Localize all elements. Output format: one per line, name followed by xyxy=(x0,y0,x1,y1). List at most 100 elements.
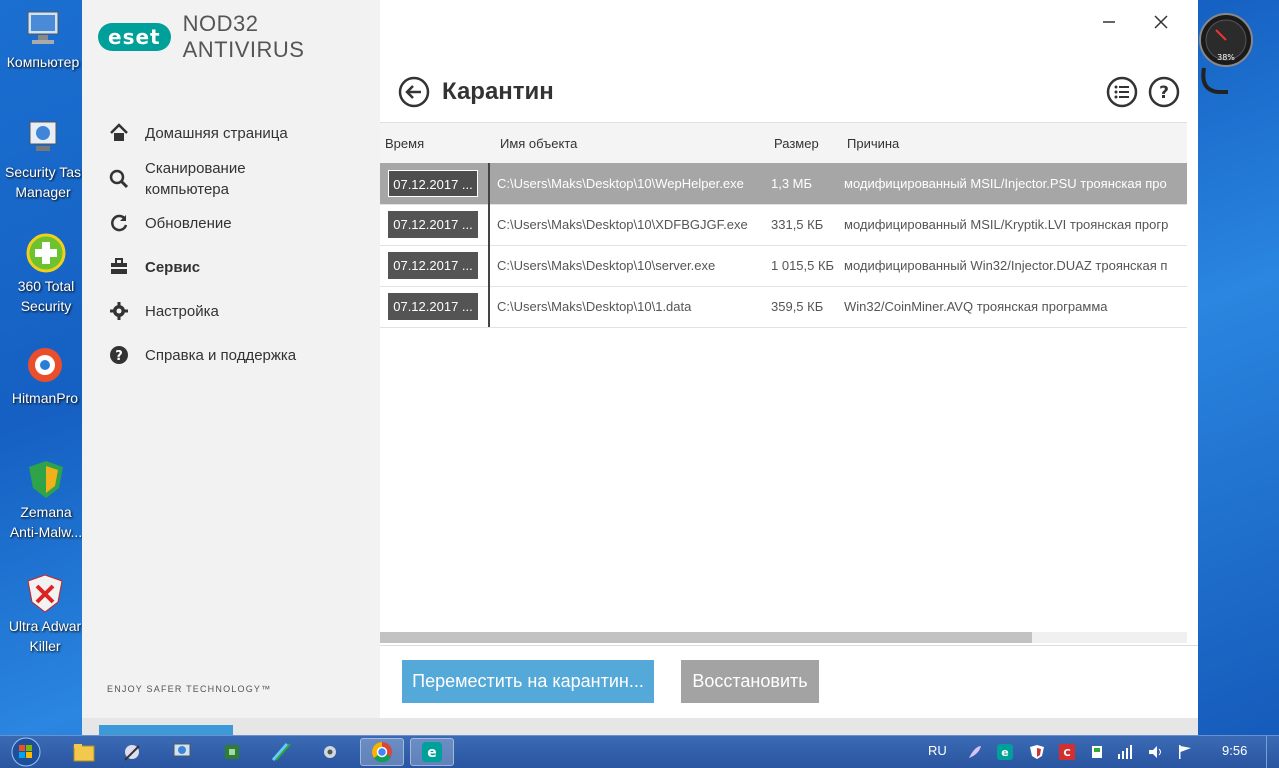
sidebar-item-help[interactable]: ? Справка и поддержка xyxy=(108,344,296,366)
taskbar-app-1[interactable] xyxy=(110,738,154,766)
desktop-icon-ultra-adware-killer[interactable]: Ultra Adwar Killer xyxy=(4,572,86,656)
page-title: Карантин xyxy=(442,78,554,105)
desktop-icon-security-task-manager[interactable]: Security Tas Manager xyxy=(2,118,84,202)
crosshair-icon xyxy=(24,344,66,386)
desktop-icon-label: Security Tas xyxy=(5,164,81,180)
cpu-gauge-gadget[interactable]: 38% xyxy=(1198,8,1254,94)
sidebar-item-label-line2: компьютера xyxy=(145,181,229,198)
desktop-icon-label: 360 Total xyxy=(17,278,75,294)
brand-badge: eset xyxy=(98,23,171,51)
minimize-icon xyxy=(1103,21,1115,23)
move-to-quarantine-button[interactable]: Переместить на карантин... xyxy=(402,660,654,703)
time-cell: 07.12.2017 ... xyxy=(388,211,478,238)
device-tray-icon[interactable] xyxy=(1088,743,1106,761)
taskbar-app-2[interactable] xyxy=(160,738,204,766)
reason-cell: модифицированный Win32/Injector.DUAZ тро… xyxy=(844,258,1168,273)
table-row[interactable]: 07.12.2017 ... C:\Users\Maks\Desktop\10\… xyxy=(380,204,1187,246)
sidebar-item-home[interactable]: Домашняя страница xyxy=(108,122,288,144)
taskbar-app-3[interactable] xyxy=(210,738,254,766)
taskbar-chrome[interactable] xyxy=(360,738,404,766)
sidebar-item-tools[interactable]: Сервис xyxy=(108,256,200,278)
svg-text:e: e xyxy=(427,745,437,761)
desktop-icon-label-line2: Killer xyxy=(29,638,61,654)
quarantine-table: Время Имя объекта Размер Причина 07.12.2… xyxy=(380,122,1187,632)
folder-icon xyxy=(73,744,95,762)
computer-icon xyxy=(22,8,64,50)
window-bottom-strip xyxy=(82,718,1198,735)
size-cell: 331,5 КБ xyxy=(771,217,824,232)
shield-tray-icon[interactable] xyxy=(1028,743,1046,761)
minimize-button[interactable] xyxy=(1094,8,1124,36)
table-header: Время Имя объекта Размер Причина xyxy=(380,122,1187,164)
table-row[interactable]: 07.12.2017 ... C:\Users\Maks\Desktop\10\… xyxy=(380,286,1187,328)
eset-tray-icon[interactable]: e xyxy=(996,743,1014,761)
taskbar-eset[interactable]: e xyxy=(410,738,454,766)
desktop-icon-zemana[interactable]: Zemana Anti-Malw... xyxy=(5,458,87,542)
shield-icon xyxy=(24,572,66,614)
column-header-name[interactable]: Имя объекта xyxy=(500,136,577,151)
tagline: ENJOY SAFER TECHNOLOGY™ xyxy=(107,684,272,694)
svg-text:e: e xyxy=(1001,746,1008,759)
svg-text:C: C xyxy=(1063,748,1070,759)
show-desktop-button[interactable] xyxy=(1266,736,1279,768)
sidebar-item-label: Настройка xyxy=(145,302,219,320)
shield-icon xyxy=(25,458,67,500)
clock[interactable]: 9:56 xyxy=(1222,743,1247,758)
column-header-reason[interactable]: Причина xyxy=(847,136,899,151)
home-icon xyxy=(108,122,130,144)
desktop-icon-360-total-security[interactable]: 360 Total Security xyxy=(5,232,87,316)
start-button[interactable] xyxy=(4,736,48,768)
name-cell: C:\Users\Maks\Desktop\10\XDFBGJGF.exe xyxy=(497,217,748,232)
reason-cell: модифицированный MSIL/Kryptik.LVI троянс… xyxy=(844,217,1169,232)
volume-icon[interactable] xyxy=(1146,743,1164,761)
name-cell: C:\Users\Maks\Desktop\10\WepHelper.exe xyxy=(497,176,744,191)
time-cell: 07.12.2017 ... xyxy=(388,252,478,279)
column-divider xyxy=(488,163,490,204)
comodo-tray-icon[interactable]: C xyxy=(1058,743,1076,761)
taskbar-app-5[interactable] xyxy=(308,738,352,766)
desktop-icon-computer[interactable]: Компьютер xyxy=(2,8,84,72)
column-divider xyxy=(488,286,490,327)
time-cell: 07.12.2017 ... xyxy=(388,293,478,320)
name-cell: C:\Users\Maks\Desktop\10\server.exe xyxy=(497,258,716,273)
table-row[interactable]: 07.12.2017 ... C:\Users\Maks\Desktop\10\… xyxy=(380,245,1187,287)
sidebar-item-update[interactable]: Обновление xyxy=(108,212,232,234)
svg-text:?: ? xyxy=(1159,83,1169,103)
gear-icon xyxy=(108,300,130,322)
close-button[interactable] xyxy=(1146,8,1176,36)
taskbar-explorer[interactable] xyxy=(62,738,106,766)
restore-button[interactable]: Восстановить xyxy=(681,660,819,703)
monitor-icon xyxy=(173,743,191,757)
list-menu-button[interactable] xyxy=(1106,76,1138,108)
sidebar-item-scan[interactable]: Сканирование компьютера xyxy=(108,158,246,200)
close-icon xyxy=(1154,15,1168,29)
eset-window: eset NOD32 ANTIVIRUS Домашняя страница С… xyxy=(82,0,1198,735)
desktop-icon-label-line2: Manager xyxy=(15,184,71,200)
column-header-time[interactable]: Время xyxy=(385,136,424,151)
time-cell: 07.12.2017 ... xyxy=(388,170,478,197)
desktop-icon-label-line2: Security xyxy=(20,298,72,314)
name-cell: C:\Users\Maks\Desktop\10\1.data xyxy=(497,299,692,314)
taskbar-app-4[interactable] xyxy=(258,738,302,766)
language-indicator[interactable]: RU xyxy=(928,743,947,758)
table-row[interactable]: 07.12.2017 ... C:\Users\Maks\Desktop\10\… xyxy=(380,163,1187,205)
sidebar-item-settings[interactable]: Настройка xyxy=(108,300,219,322)
help-button[interactable]: ? xyxy=(1148,76,1180,108)
signal-icon[interactable] xyxy=(1116,743,1134,761)
flag-icon[interactable] xyxy=(1176,743,1194,761)
reason-cell: модифицированный MSIL/Injector.PSU троян… xyxy=(844,176,1167,191)
feather-icon[interactable] xyxy=(966,743,984,761)
svg-text:?: ? xyxy=(115,349,123,364)
column-header-size[interactable]: Размер xyxy=(774,136,819,151)
windows-logo-icon xyxy=(11,737,41,767)
size-cell: 359,5 КБ xyxy=(771,299,824,314)
desktop-icon-hitmanpro[interactable]: HitmanPro xyxy=(4,344,86,408)
horizontal-scrollbar-thumb[interactable] xyxy=(380,632,1032,643)
gauge-value: 38% xyxy=(1217,53,1235,62)
magnifier-icon xyxy=(108,168,130,190)
back-button[interactable] xyxy=(398,76,430,108)
help-icon: ? xyxy=(108,344,130,366)
desktop-icon-label: Компьютер xyxy=(6,54,80,70)
reason-cell: Win32/CoinMiner.AVQ троянская программа xyxy=(844,299,1108,314)
gear-icon xyxy=(324,746,336,758)
